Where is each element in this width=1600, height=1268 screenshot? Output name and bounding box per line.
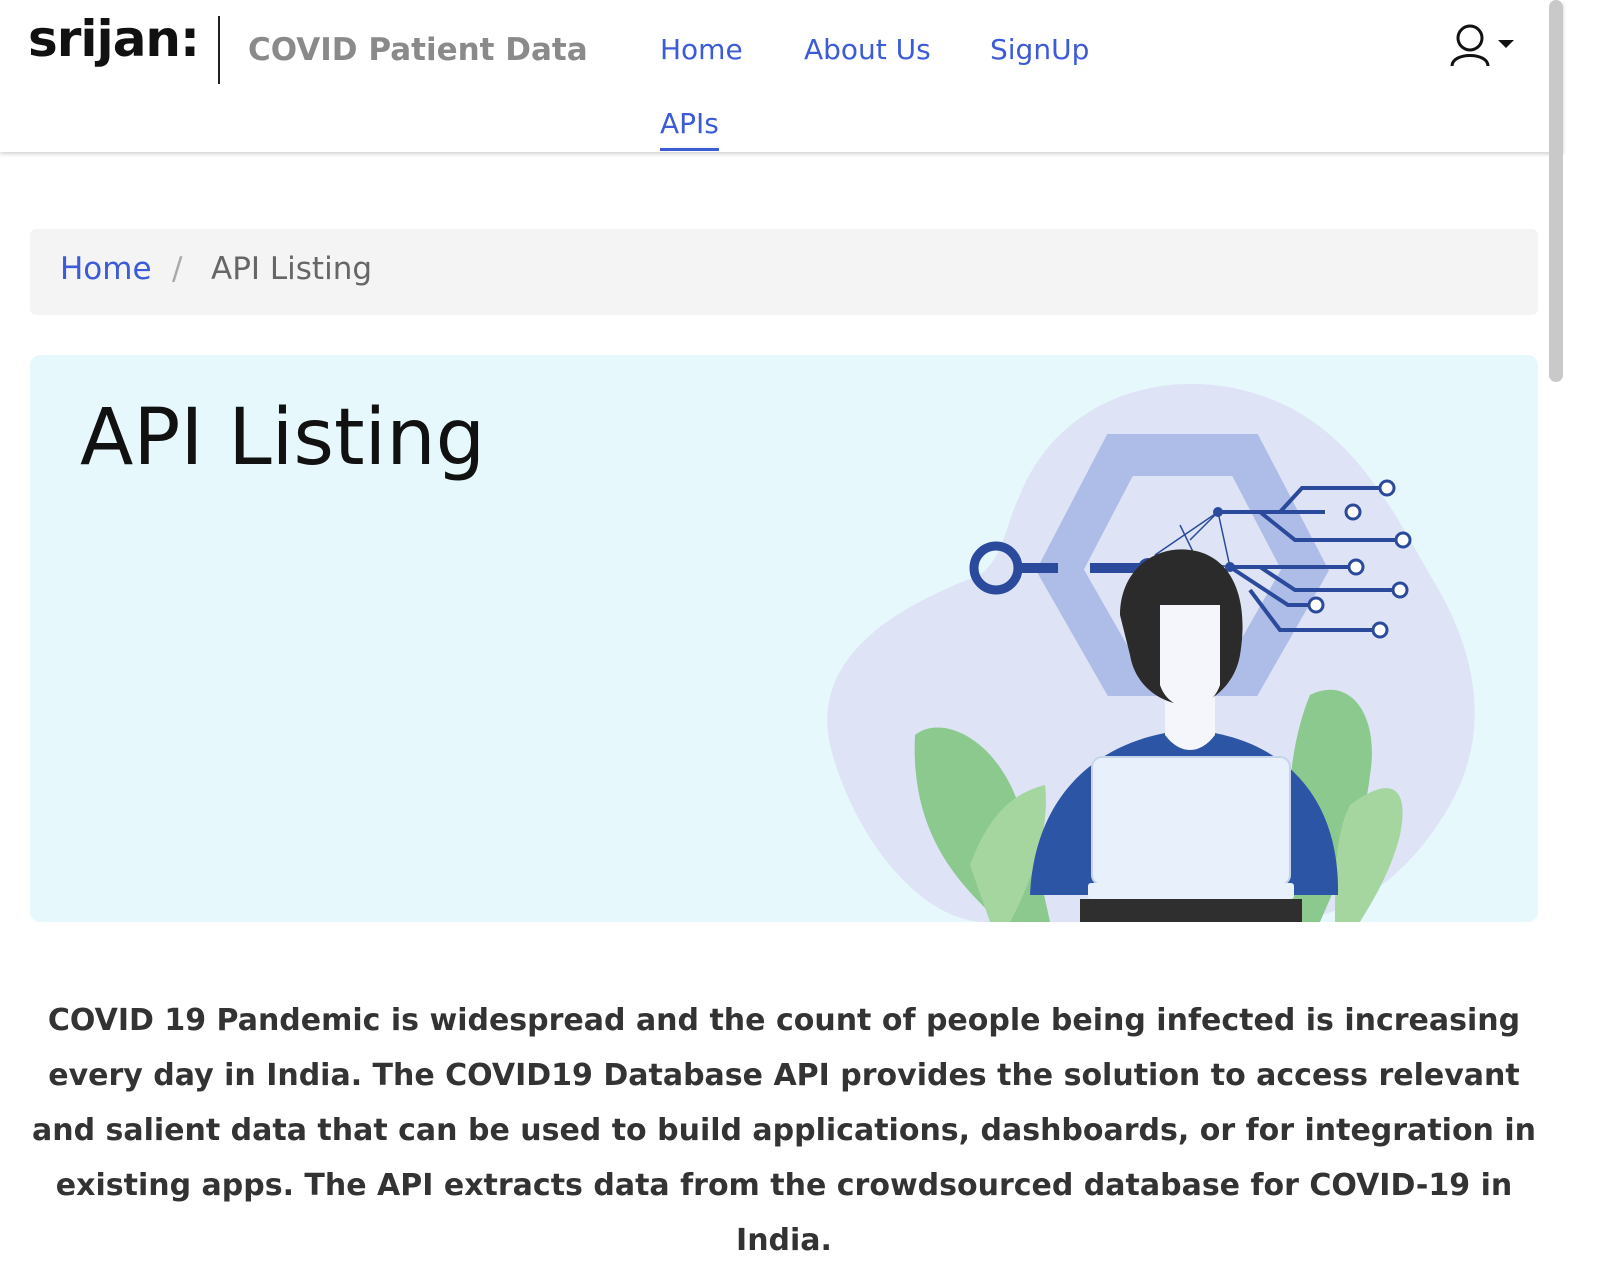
breadcrumb: Home / API Listing xyxy=(30,229,1538,315)
user-menu-button[interactable] xyxy=(1448,22,1518,70)
site-title: COVID Patient Data xyxy=(248,32,588,68)
scrollbar-thumb[interactable] xyxy=(1549,0,1563,382)
breadcrumb-separator: / xyxy=(172,251,183,287)
logo-divider xyxy=(218,16,220,84)
breadcrumb-home-link[interactable]: Home xyxy=(60,251,152,287)
developer-illustration xyxy=(827,383,1475,922)
srijan-logo[interactable]: srijan: xyxy=(28,10,200,68)
page-title: API Listing xyxy=(80,393,486,483)
scrollbar-track[interactable] xyxy=(1563,0,1600,1200)
caret-down-icon xyxy=(1498,40,1514,48)
site-header: srijan: COVID Patient Data Home About Us… xyxy=(0,0,1563,152)
breadcrumb-current: API Listing xyxy=(211,251,373,287)
nav-about-link[interactable]: About Us xyxy=(804,33,931,66)
intro-paragraph: COVID 19 Pandemic is widespread and the … xyxy=(31,1003,1536,1258)
nav-apis-link[interactable]: APIs xyxy=(660,107,719,151)
nav-home-link[interactable]: Home xyxy=(660,33,743,66)
nav-signup-link[interactable]: SignUp xyxy=(990,33,1089,66)
hero-banner: API Listing xyxy=(30,355,1538,922)
